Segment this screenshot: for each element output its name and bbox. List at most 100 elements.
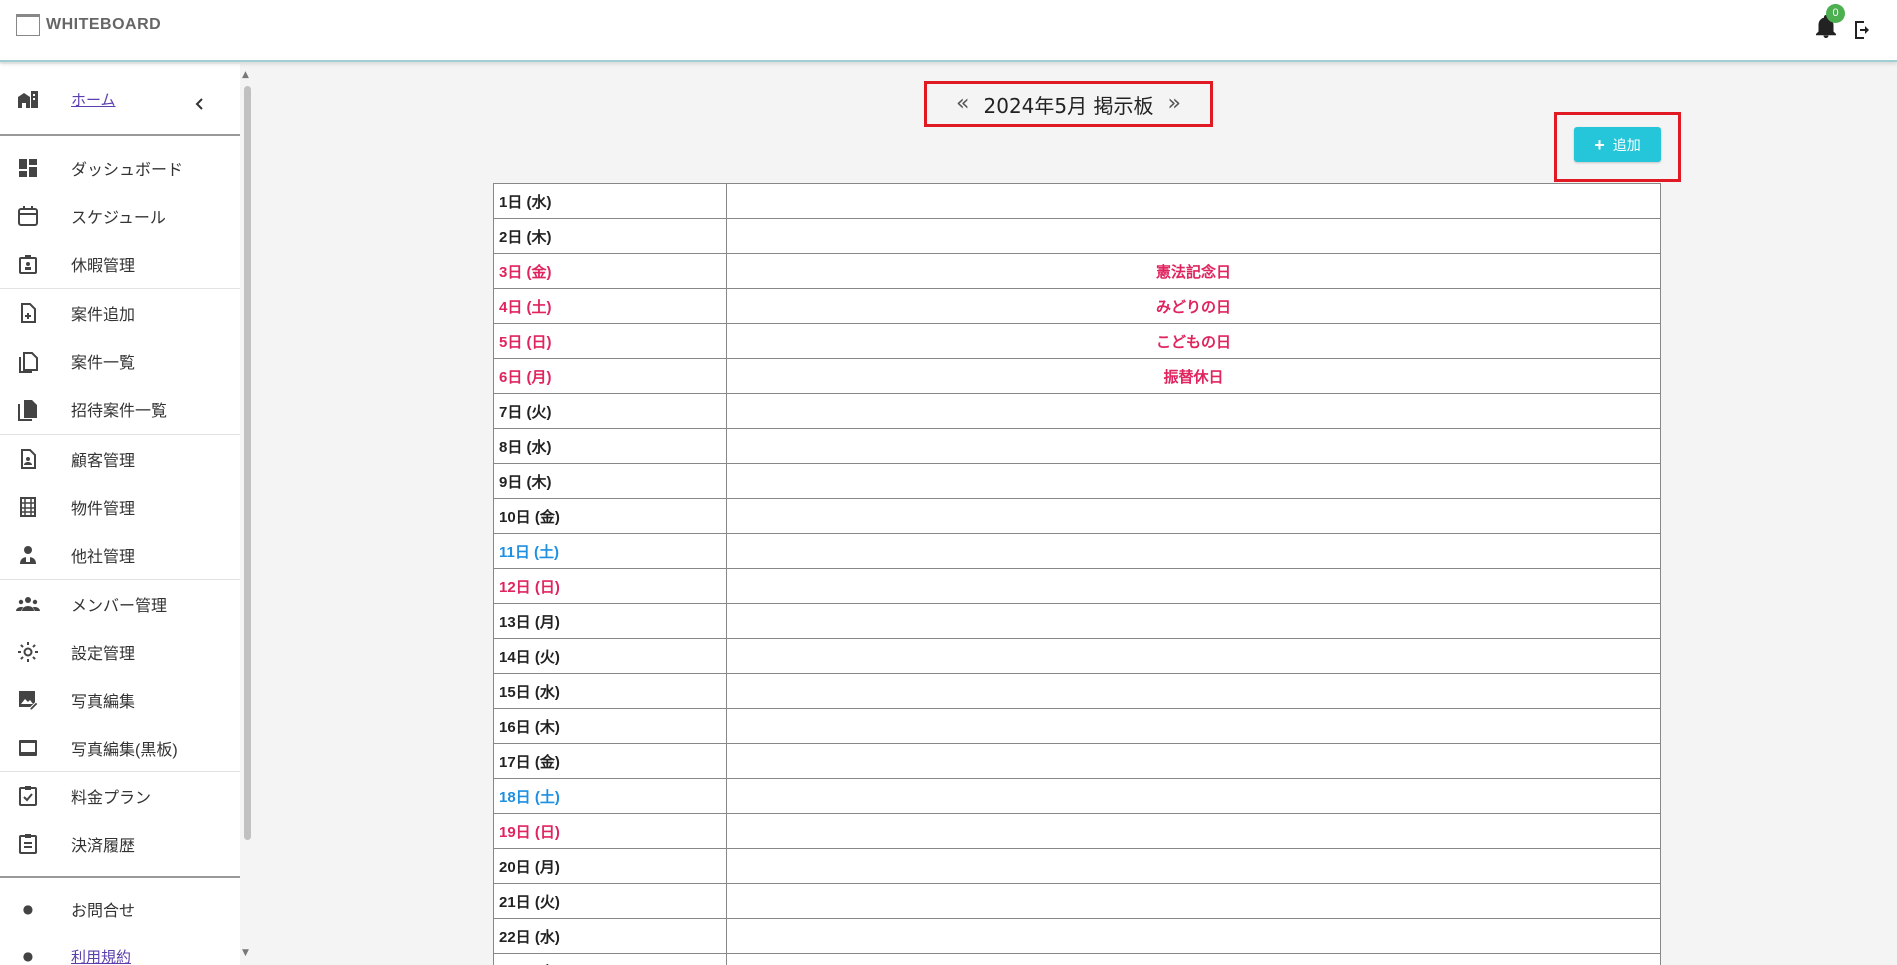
sidebar: ホーム ダッシュボード スケジュール 休暇管理 案件追加 案件一覧 招待案件一覧… — [0, 64, 254, 965]
event-cell[interactable]: こどもの日 — [726, 323, 1661, 359]
table-row[interactable]: 10日 (金) — [493, 498, 1661, 534]
event-cell[interactable] — [726, 183, 1661, 219]
sidebar-item-photo-edit[interactable]: 写真編集 — [0, 676, 240, 724]
scroll-down-arrow-icon[interactable]: ▼ — [242, 948, 249, 958]
event-cell[interactable] — [726, 918, 1661, 954]
date-cell: 2日 (木) — [493, 218, 727, 254]
dashboard-icon — [19, 159, 37, 177]
date-cell: 11日 (土) — [493, 533, 727, 569]
event-cell[interactable]: 憲法記念日 — [726, 253, 1661, 289]
sidebar-item-terms[interactable]: ● 利用規約 — [0, 932, 240, 965]
table-row[interactable]: 19日 (日) — [493, 813, 1661, 849]
date-cell: 12日 (日) — [493, 568, 727, 604]
table-row[interactable]: 11日 (土) — [493, 533, 1661, 569]
event-cell[interactable] — [726, 708, 1661, 744]
table-row[interactable]: 23日 (木) — [493, 953, 1661, 965]
sidebar-item-property[interactable]: 物件管理 — [0, 483, 240, 531]
sidebar-item-payment-history[interactable]: 決済履歴 — [0, 820, 240, 868]
sidebar-item-label: 写真編集 — [71, 694, 136, 711]
date-cell: 6日 (月) — [493, 358, 727, 394]
event-cell[interactable] — [726, 428, 1661, 464]
table-row[interactable]: 9日 (木) — [493, 463, 1661, 499]
sidebar-item-label: メンバー管理 — [71, 598, 168, 615]
prev-month-button[interactable]: « — [956, 93, 969, 115]
table-row[interactable]: 15日 (水) — [493, 673, 1661, 709]
table-row[interactable]: 5日 (日) こどもの日 — [493, 323, 1661, 359]
date-cell: 9日 (木) — [493, 463, 727, 499]
date-cell: 18日 (土) — [493, 778, 727, 814]
sidebar-item-add-project[interactable]: 案件追加 — [0, 289, 240, 337]
sidebar-home-link[interactable]: ホーム — [71, 89, 116, 110]
sidebar-item-dashboard[interactable]: ダッシュボード — [0, 144, 240, 192]
event-cell[interactable] — [726, 463, 1661, 499]
table-row[interactable]: 7日 (火) — [493, 393, 1661, 429]
sidebar-item-label: 案件一覧 — [71, 355, 136, 372]
sidebar-item-label[interactable]: 利用規約 — [71, 946, 131, 965]
sidebar-item-label: 休暇管理 — [71, 258, 136, 275]
table-row[interactable]: 3日 (金) 憲法記念日 — [493, 253, 1661, 289]
sidebar-item-photo-edit-blackboard[interactable]: 写真編集(黒板) — [0, 724, 240, 772]
table-row[interactable]: 13日 (月) — [493, 603, 1661, 639]
app-logo[interactable]: WHITEBOARD — [16, 14, 161, 36]
event-cell[interactable]: 振替休日 — [726, 358, 1661, 394]
sidebar-item-contact[interactable]: ● お問合せ — [0, 885, 240, 933]
table-row[interactable]: 6日 (月) 振替休日 — [493, 358, 1661, 394]
table-row[interactable]: 17日 (金) — [493, 743, 1661, 779]
sidebar-item-label: 招待案件一覧 — [71, 403, 168, 420]
date-cell: 7日 (火) — [493, 393, 727, 429]
event-cell[interactable] — [726, 568, 1661, 604]
sidebar-item-schedule[interactable]: スケジュール — [0, 192, 240, 240]
table-row[interactable]: 8日 (水) — [493, 428, 1661, 464]
members-icon — [16, 597, 40, 611]
event-cell[interactable] — [726, 813, 1661, 849]
sidebar-item-label: 顧客管理 — [71, 453, 136, 470]
sidebar-item-project-list[interactable]: 案件一覧 — [0, 337, 240, 385]
event-cell[interactable] — [726, 778, 1661, 814]
event-cell[interactable] — [726, 218, 1661, 254]
sidebar-item-settings[interactable]: 設定管理 — [0, 628, 240, 676]
table-row[interactable]: 16日 (木) — [493, 708, 1661, 744]
event-cell[interactable] — [726, 533, 1661, 569]
scroll-up-arrow-icon[interactable]: ▲ — [242, 70, 249, 80]
table-row[interactable]: 21日 (火) — [493, 883, 1661, 919]
sidebar-item-invite-list[interactable]: 招待案件一覧 — [0, 385, 240, 433]
event-cell[interactable] — [726, 638, 1661, 674]
table-row[interactable]: 22日 (水) — [493, 918, 1661, 954]
add-file-icon — [21, 303, 36, 323]
sidebar-item-home[interactable]: ホーム — [0, 75, 240, 123]
sidebar-item-members[interactable]: メンバー管理 — [0, 580, 240, 628]
logout-icon[interactable] — [1852, 18, 1874, 42]
date-cell: 10日 (金) — [493, 498, 727, 534]
table-row[interactable]: 1日 (水) — [493, 183, 1661, 219]
event-cell[interactable] — [726, 883, 1661, 919]
add-button[interactable]: + 追加 — [1574, 127, 1661, 162]
top-header: WHITEBOARD 0 — [0, 0, 1897, 62]
table-row[interactable]: 20日 (月) — [493, 848, 1661, 884]
event-cell[interactable] — [726, 848, 1661, 884]
sidebar-item-leave[interactable]: 休暇管理 — [0, 240, 240, 288]
table-row[interactable]: 4日 (土) みどりの日 — [493, 288, 1661, 324]
event-cell[interactable] — [726, 673, 1661, 709]
table-row[interactable]: 12日 (日) — [493, 568, 1661, 604]
event-cell[interactable] — [726, 393, 1661, 429]
sidebar-item-other-companies[interactable]: 他社管理 — [0, 531, 240, 579]
event-cell[interactable] — [726, 603, 1661, 639]
next-month-button[interactable]: » — [1167, 93, 1180, 115]
event-cell[interactable] — [726, 953, 1661, 965]
table-row[interactable]: 2日 (木) — [493, 218, 1661, 254]
sidebar-scroll-thumb[interactable] — [244, 86, 251, 840]
event-cell[interactable]: みどりの日 — [726, 288, 1661, 324]
invite-files-icon — [18, 400, 37, 421]
table-row[interactable]: 18日 (土) — [493, 778, 1661, 814]
board-table: 1日 (水) 2日 (木) 3日 (金) 憲法記念日 4日 (土) みどりの日 5日 (日)… — [493, 183, 1661, 965]
photo-edit-icon — [19, 691, 39, 711]
sidebar-item-customer[interactable]: 顧客管理 — [0, 435, 240, 483]
event-cell[interactable] — [726, 498, 1661, 534]
date-cell: 17日 (金) — [493, 743, 727, 779]
calendar-icon — [18, 206, 38, 226]
files-icon — [19, 352, 38, 373]
event-cell[interactable] — [726, 743, 1661, 779]
sidebar-item-pricing-plan[interactable]: 料金プラン — [0, 772, 240, 820]
chevron-left-icon[interactable] — [193, 97, 207, 111]
table-row[interactable]: 14日 (火) — [493, 638, 1661, 674]
